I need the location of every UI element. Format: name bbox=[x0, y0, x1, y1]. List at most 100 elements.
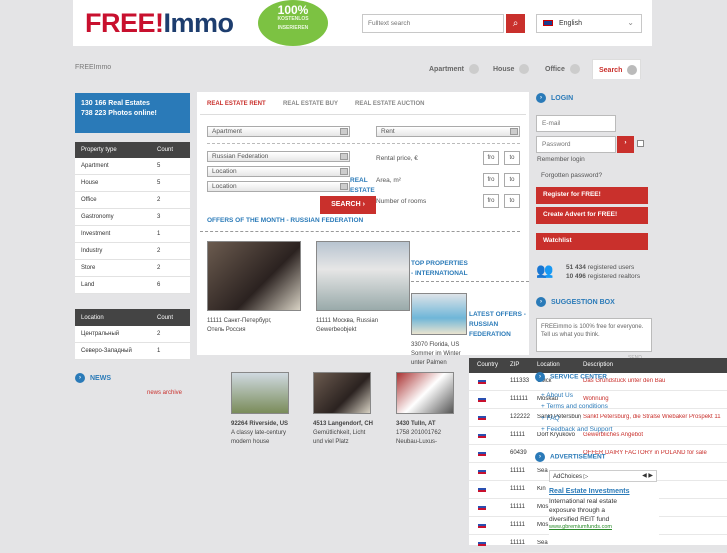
select-value: Location bbox=[212, 183, 237, 190]
prop-caption-3[interactable]: 3430 Tulln, AT 1758 201001762 Neubau-Luxus… bbox=[396, 420, 441, 447]
tab-buy[interactable]: REAL ESTATE BUY bbox=[283, 101, 338, 107]
fulltext-search-input[interactable] bbox=[362, 14, 504, 33]
ad-nav-icon[interactable]: ◀ ▶ bbox=[642, 472, 653, 479]
users-icon: 👥 bbox=[536, 262, 554, 278]
latest-offers-title[interactable]: LATEST OFFERS - RUSSIAN FEDERATION bbox=[469, 310, 527, 340]
users-stat: 51 434 registered users bbox=[566, 264, 634, 271]
pool-image[interactable] bbox=[411, 293, 467, 335]
tab-rent[interactable]: REAL ESTATE RENT bbox=[207, 101, 266, 107]
nav-apartment[interactable]: Apartment bbox=[429, 64, 480, 74]
create-advert-button[interactable]: Create Advert for FREE! bbox=[536, 207, 648, 224]
watchlist-button[interactable]: Watchlist bbox=[536, 233, 648, 250]
table-row[interactable]: Gastronomy 3 bbox=[75, 209, 190, 226]
language-select[interactable]: English ⌄ bbox=[536, 14, 642, 33]
login-label: LOGIN bbox=[551, 94, 574, 102]
adchoices-bar[interactable]: AdChoices ▷ ◀ ▶ bbox=[549, 470, 657, 482]
price-label: Rental price, € bbox=[376, 155, 418, 162]
property-type-select[interactable]: Apartment bbox=[207, 126, 350, 137]
row-name: House bbox=[81, 180, 99, 186]
terms-link[interactable]: + Terms and conditions bbox=[541, 403, 608, 410]
row-name: Land bbox=[81, 282, 95, 288]
suggestion-heading: › SUGGESTION BOX bbox=[536, 297, 615, 307]
prop-image-2[interactable] bbox=[313, 372, 371, 414]
caption-line: 11111 Москва, Russian bbox=[316, 318, 379, 324]
prop-image-3[interactable] bbox=[396, 372, 454, 414]
caption-line: 1758 201001762 bbox=[396, 430, 442, 436]
table-row[interactable]: Industry 2 bbox=[75, 243, 190, 260]
table-row[interactable]: Store 2 bbox=[75, 260, 190, 277]
row-count: 2 bbox=[157, 331, 161, 337]
tab-auction[interactable]: REAL ESTATE AUCTION bbox=[355, 101, 424, 107]
ru-flag-icon bbox=[478, 522, 486, 530]
table-row[interactable]: Office 2 bbox=[75, 192, 190, 209]
about-link[interactable]: + About Us bbox=[541, 392, 573, 399]
logo-text-1: FREE! bbox=[85, 8, 164, 38]
faq-link[interactable]: + FAQ bbox=[541, 415, 560, 422]
table-row[interactable]: Investment 1 bbox=[75, 226, 190, 243]
nav-search[interactable]: Search bbox=[592, 59, 641, 79]
search-submit-button[interactable]: SEARCH › bbox=[320, 196, 376, 214]
select-value: Apartment bbox=[212, 128, 242, 135]
table-header: Property type Count bbox=[75, 142, 190, 158]
site-logo[interactable]: FREE!Immo bbox=[85, 9, 234, 37]
country-select[interactable]: Russian Federation bbox=[207, 151, 350, 162]
rooms-to-input[interactable]: to bbox=[504, 194, 520, 208]
table-header: Location Count bbox=[75, 309, 190, 326]
stats-line: 130 166 Real Estates bbox=[81, 100, 150, 107]
deal-type-select[interactable]: Rent bbox=[376, 126, 520, 137]
offer-caption-1[interactable]: 11111 Санкт-Петербург, Отель Россия bbox=[207, 317, 272, 335]
offer-image-2[interactable] bbox=[316, 241, 410, 311]
row-zip: 11111 bbox=[510, 486, 525, 492]
search-button[interactable]: ⌕ bbox=[506, 14, 525, 33]
news-heading[interactable]: › NEWS bbox=[75, 373, 111, 383]
ad-text: International real estate exposure throu… bbox=[549, 498, 617, 523]
table-row[interactable]: Северо-Западный 1 bbox=[75, 343, 190, 360]
remember-checkbox[interactable] bbox=[637, 140, 644, 147]
select-value: Location bbox=[212, 168, 237, 175]
uk-flag-icon bbox=[543, 20, 553, 27]
remember-label: Remember login bbox=[537, 156, 585, 163]
price-from-input[interactable]: fro bbox=[483, 151, 499, 165]
nav-office[interactable]: Office bbox=[545, 64, 580, 74]
offer-caption-2[interactable]: 11111 Москва, Russian Gewerbeobjekt bbox=[316, 317, 378, 335]
location-select-1[interactable]: Location bbox=[207, 166, 350, 177]
table-row[interactable]: Land 6 bbox=[75, 277, 190, 294]
nav-house[interactable]: House bbox=[493, 64, 530, 74]
forgot-password-link[interactable]: Forgotten password? bbox=[541, 172, 602, 179]
ad-title[interactable]: Real Estate Investments bbox=[549, 488, 659, 495]
register-button[interactable]: Register for FREE! bbox=[536, 187, 648, 204]
users-count: 51 434 bbox=[566, 264, 586, 271]
table-row[interactable]: Apartment 5 bbox=[75, 158, 190, 175]
pool-caption[interactable]: 33070 Florida, US Sommer im Winter unter P… bbox=[411, 341, 461, 368]
price-to-input[interactable]: to bbox=[504, 151, 520, 165]
caption-line: 3430 Tulln, AT bbox=[396, 421, 436, 427]
dropdown-arrow-icon bbox=[510, 128, 518, 135]
table-row[interactable]: Центральный 2 bbox=[75, 326, 190, 343]
password-field[interactable] bbox=[536, 136, 616, 153]
email-field[interactable] bbox=[536, 115, 616, 132]
caption-line: 4513 Langendorf, CH bbox=[313, 421, 374, 427]
realtors-stat: 10 496 registered realtors bbox=[566, 273, 640, 280]
top-properties-title[interactable]: TOP PROPERTIES - INTERNATIONAL bbox=[411, 259, 471, 279]
prop-caption-1[interactable]: 92264 Riverside, US A classy late-century… bbox=[231, 420, 288, 447]
table-row[interactable]: House 5 bbox=[75, 175, 190, 192]
ad-box[interactable]: Real Estate Investments International re… bbox=[549, 488, 659, 545]
rooms-from-input[interactable]: fro bbox=[483, 194, 499, 208]
offer-image-1[interactable] bbox=[207, 241, 301, 311]
prop-image-1[interactable] bbox=[231, 372, 289, 414]
ru-flag-icon bbox=[478, 540, 486, 548]
select-value: Rent bbox=[381, 128, 395, 135]
button-label: SEARCH bbox=[331, 201, 361, 208]
ad-url[interactable]: www.gbremiumfunds.com bbox=[549, 524, 659, 530]
row-zip: 11111 bbox=[510, 432, 525, 438]
news-archive-link[interactable]: news archive bbox=[147, 390, 182, 396]
dropdown-arrow-icon bbox=[340, 183, 348, 190]
area-to-input[interactable]: to bbox=[504, 173, 520, 187]
login-button[interactable]: › bbox=[617, 136, 634, 153]
suggestion-textarea[interactable]: FREEimmo is 100% free for everyone. Tell… bbox=[536, 318, 652, 352]
location-select-2[interactable]: Location bbox=[207, 181, 350, 192]
prop-caption-2[interactable]: 4513 Langendorf, CH Gemütlichkeit, Licht u… bbox=[313, 420, 373, 447]
feedback-link[interactable]: + Feedback and Support bbox=[541, 426, 612, 433]
area-from-input[interactable]: fro bbox=[483, 173, 499, 187]
realtors-label: registered realtors bbox=[587, 273, 641, 280]
